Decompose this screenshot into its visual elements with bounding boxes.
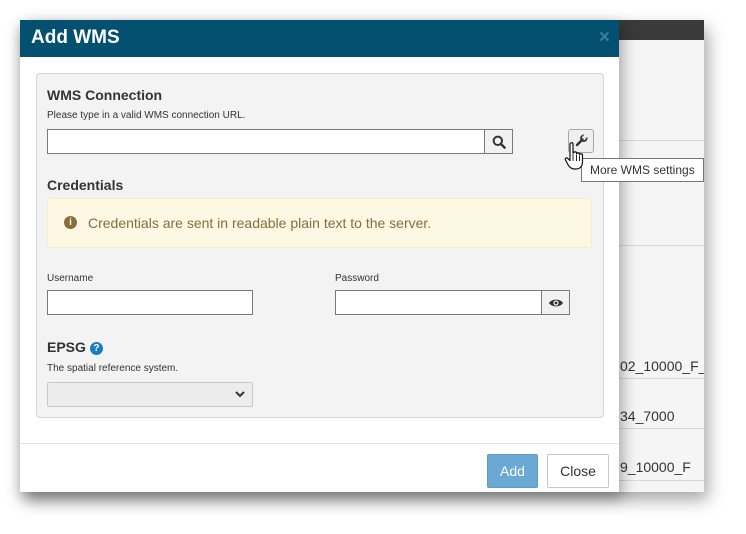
toggle-password-button[interactable] — [541, 290, 570, 315]
dialog-title: Add WMS — [31, 27, 120, 48]
epsg-title: EPSG? — [47, 339, 103, 355]
wms-url-input[interactable] — [47, 129, 485, 154]
dialog-header: Add WMS × — [20, 20, 619, 57]
close-button[interactable]: Close — [547, 454, 609, 488]
add-button[interactable]: Add — [487, 454, 538, 488]
credentials-warning-alert: i Credentials are sent in readable plain… — [47, 198, 592, 248]
epsg-title-text: EPSG — [47, 339, 86, 355]
background-divider — [618, 140, 704, 141]
credentials-title: Credentials — [47, 177, 124, 193]
background-divider — [618, 245, 704, 246]
wms-settings-tooltip: More WMS settings — [581, 158, 704, 182]
username-label: Username — [47, 273, 94, 284]
background-row-text: 02_10000_F_2 — [620, 358, 704, 374]
background-divider — [618, 378, 704, 379]
eye-icon — [548, 299, 563, 306]
username-input[interactable] — [47, 290, 253, 315]
search-icon — [492, 135, 506, 149]
help-icon[interactable]: ? — [89, 342, 103, 355]
footer-divider — [20, 443, 619, 444]
hand-cursor-icon — [564, 142, 584, 170]
wms-connection-help: Please type in a valid WMS connection UR… — [47, 110, 246, 121]
background-row-text: 9_10000_F — [620, 459, 691, 475]
chevron-down-icon — [235, 391, 245, 398]
wms-connection-title: WMS Connection — [47, 87, 163, 103]
background-row-text: 34_7000 — [620, 408, 675, 424]
password-input[interactable] — [335, 290, 542, 315]
alert-text: Credentials are sent in readable plain t… — [88, 215, 432, 231]
epsg-select[interactable] — [47, 382, 253, 407]
close-icon[interactable]: × — [599, 27, 610, 49]
info-icon: i — [64, 216, 77, 229]
password-label: Password — [335, 273, 379, 284]
background-divider — [618, 480, 704, 481]
search-button[interactable] — [484, 129, 513, 154]
form-panel: WMS Connection Please type in a valid WM… — [36, 73, 604, 418]
add-wms-dialog: Add WMS × WMS Connection Please type in … — [20, 20, 619, 492]
background-divider — [618, 428, 704, 429]
epsg-help: The spatial reference system. — [47, 363, 179, 374]
